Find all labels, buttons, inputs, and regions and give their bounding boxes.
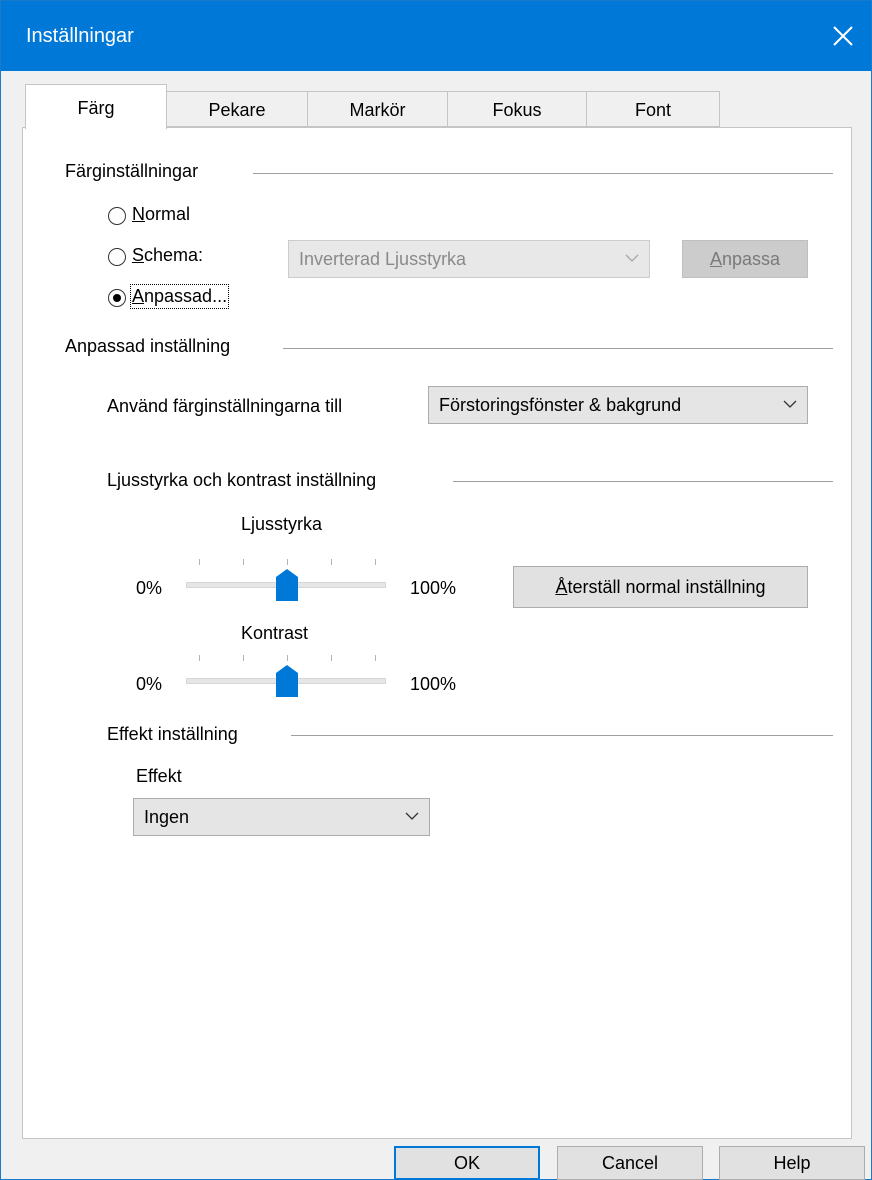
- brightness-max-label: 100%: [410, 578, 457, 598]
- tab-label: Färg: [77, 98, 115, 118]
- radio-normal-label: Normal: [132, 204, 190, 225]
- tab-font[interactable]: Font: [586, 91, 720, 127]
- brightness-contrast-header: Ljusstyrka och kontrast inställning: [107, 470, 377, 490]
- schema-select-value: Inverterad Ljusstyrka: [299, 249, 467, 269]
- brightness-min-label: 0%: [136, 578, 163, 598]
- contrast-max-label: 100%: [410, 674, 457, 694]
- cancel-button-label: Cancel: [601, 1153, 659, 1173]
- tab-fokus[interactable]: Fokus: [447, 91, 587, 127]
- effect-select[interactable]: Ingen: [133, 798, 430, 836]
- slider-tick: [243, 559, 244, 565]
- label-rest: npassad...: [144, 286, 228, 306]
- label-rest: chema:: [144, 245, 204, 265]
- contrast-label: Kontrast: [241, 623, 309, 643]
- reset-button-label: Återställ normal inställning: [555, 577, 765, 597]
- label-rest: terställ normal inställning: [567, 577, 766, 597]
- radio-schema-label: Schema:: [132, 245, 203, 266]
- accel-key: A: [132, 286, 145, 306]
- settings-dialog: Inställningar Färg Pekare Markör Fokus F…: [0, 0, 872, 1180]
- group-divider: [253, 173, 833, 174]
- window-title: Inställningar: [26, 25, 134, 47]
- accel-key: S: [132, 245, 145, 265]
- help-button[interactable]: Help: [719, 1146, 865, 1180]
- slider-thumb[interactable]: [276, 665, 298, 697]
- slider-tick: [199, 655, 200, 661]
- effect-label: Effekt: [136, 766, 182, 786]
- label-rest: ormal: [145, 204, 191, 224]
- reset-normal-button[interactable]: Återställ normal inställning: [513, 566, 808, 608]
- slider-tick: [375, 655, 376, 661]
- tab-label: Markör: [349, 100, 406, 120]
- brightness-slider[interactable]: [186, 553, 386, 601]
- tab-markor[interactable]: Markör: [307, 91, 448, 127]
- adjust-button-label: Anpassa: [710, 249, 780, 269]
- slider-tick: [199, 559, 200, 565]
- ok-button-label: OK: [453, 1153, 480, 1173]
- radio-normal[interactable]: [108, 207, 126, 225]
- slider-tick: [375, 559, 376, 565]
- chevron-down-icon: [405, 812, 419, 820]
- brightness-label: Ljusstyrka: [241, 514, 323, 534]
- tab-label: Pekare: [208, 100, 266, 120]
- accel-key: Å: [555, 577, 568, 597]
- radio-selected-dot: [113, 294, 121, 302]
- color-settings-header: Färginställningar: [65, 161, 199, 181]
- slider-tick: [287, 559, 288, 565]
- group-divider: [453, 481, 833, 482]
- contrast-slider[interactable]: [186, 649, 386, 697]
- label-rest: npassa: [721, 249, 781, 269]
- tab-label: Fokus: [492, 100, 542, 120]
- group-divider: [283, 348, 833, 349]
- effect-header: Effekt inställning: [107, 724, 238, 744]
- close-icon: [833, 26, 853, 46]
- cancel-button[interactable]: Cancel: [557, 1146, 703, 1180]
- contrast-min-label: 0%: [136, 674, 163, 694]
- group-divider: [291, 735, 833, 736]
- tab-pekare[interactable]: Pekare: [166, 91, 308, 127]
- radio-custom[interactable]: [108, 289, 126, 307]
- radio-schema[interactable]: [108, 248, 126, 266]
- ok-button[interactable]: OK: [394, 1146, 540, 1180]
- help-button-label: Help: [773, 1153, 811, 1173]
- apply-select[interactable]: Förstoringsfönster & bakgrund: [428, 386, 808, 424]
- apply-select-value: Förstoringsfönster & bakgrund: [439, 395, 682, 415]
- tab-panel: Färginställningar Normal Schema: Anpassa…: [22, 127, 852, 1139]
- custom-setting-header: Anpassad inställning: [65, 336, 231, 356]
- title-bar[interactable]: Inställningar: [1, 1, 871, 71]
- slider-tick: [331, 559, 332, 565]
- accel-key: A: [709, 249, 722, 269]
- slider-thumb[interactable]: [276, 569, 298, 601]
- close-button[interactable]: [815, 1, 871, 71]
- tab-farg[interactable]: Färg: [25, 84, 167, 129]
- chevron-down-icon: [783, 400, 797, 408]
- tab-label: Font: [634, 100, 672, 120]
- slider-tick: [243, 655, 244, 661]
- slider-tick: [287, 655, 288, 661]
- chevron-down-icon: [625, 254, 639, 262]
- radio-custom-label: Anpassad...: [129, 284, 230, 309]
- apply-label: Använd färginställningarna till: [107, 396, 343, 416]
- accel-key: N: [132, 204, 145, 224]
- effect-select-value: Ingen: [144, 807, 190, 827]
- schema-select[interactable]: Inverterad Ljusstyrka: [288, 240, 650, 278]
- slider-tick: [331, 655, 332, 661]
- adjust-button[interactable]: Anpassa: [682, 240, 808, 278]
